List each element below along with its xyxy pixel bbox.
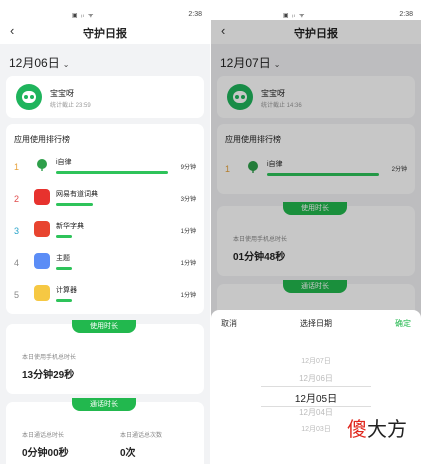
call-count-label: 本日通话总次数 — [120, 433, 163, 439]
app-icon — [34, 157, 50, 173]
app-time: 1分钟 — [180, 229, 196, 235]
status-icons: ▣ ᵢₗ ᯤ — [283, 13, 306, 19]
calls-card: 通话时长 本日通话总时长 0分钟00秒 本日通话总次数 0次 — [6, 398, 204, 464]
app-time: 1分钟 — [180, 261, 196, 267]
usage-value: 13分钟29秒 — [22, 370, 75, 381]
picker-option[interactable]: 12月05日 — [211, 390, 421, 405]
status-bar: ▣ ᵢₗ ᯤ 2:38 — [211, 0, 421, 20]
app-name: 主题 — [56, 255, 70, 262]
ranking-title: 应用使用排行榜 — [14, 135, 70, 144]
left-screen: ▣ ᵢₗ ᯤ 2:38 ‹ 守护日报 12月06日 ⌄ 宝宝呀 统计截止 23:5… — [0, 0, 210, 464]
status-icons: ▣ ᵢₗ ᯤ — [72, 13, 95, 19]
picker-title: 选择日期 — [300, 319, 332, 328]
avatar — [16, 84, 42, 110]
app-icon — [34, 285, 50, 301]
rank-number: 2 — [14, 194, 20, 204]
page-title: 守护日报 — [83, 28, 127, 40]
call-duration-label: 本日通话总时长 — [22, 433, 65, 439]
list-item[interactable]: 3 新华字典 1分钟 — [6, 218, 204, 248]
app-icon — [34, 253, 50, 269]
app-name: 计算器 — [56, 287, 77, 294]
right-screen: ▣ ᵢₗ ᯤ 2:38 ‹ 守护日报 12月07日 ⌄ 宝宝呀 统计截止 14:3… — [211, 0, 421, 464]
picker-option[interactable]: 12月07日 — [211, 356, 421, 366]
watermark: 傻大方 — [347, 419, 407, 441]
list-item[interactable]: 2 网易有道词典 3分钟 — [6, 186, 204, 216]
list-item[interactable]: 1 i自律 9分钟 — [6, 154, 204, 184]
calls-pill: 通话时长 — [72, 398, 136, 411]
user-card: 宝宝呀 统计截止 23:59 — [6, 76, 204, 118]
date-label[interactable]: 12月06日 ⌄ — [9, 54, 69, 71]
picker-option[interactable]: 12月06日 — [211, 373, 421, 384]
status-bar: ▣ ᵢₗ ᯤ 2:38 — [0, 0, 210, 20]
usage-bar — [56, 267, 168, 270]
header: ‹ 守护日报 — [0, 20, 210, 44]
app-name: 新华字典 — [56, 223, 84, 230]
usage-label: 本日使用手机总时长 — [22, 355, 77, 361]
app-name: 网易有道词典 — [56, 191, 98, 198]
status-time: 2:38 — [399, 11, 413, 18]
usage-bar — [56, 235, 168, 238]
list-item[interactable]: 5 计算器 1分钟 — [6, 282, 204, 312]
confirm-button[interactable]: 确定 — [395, 318, 411, 329]
usage-card: 使用时长 本日使用手机总时长 13分钟29秒 — [6, 320, 204, 394]
usage-bar — [56, 203, 168, 206]
call-duration-value: 0分钟00秒 — [22, 448, 69, 459]
rank-number: 5 — [14, 290, 20, 300]
ranking-card: 应用使用排行榜 1 i自律 9分钟 2 网易有道词典 3分钟 3 新华字典 1分钟 4 主题 1分钟 5… — [6, 124, 204, 314]
rank-number: 1 — [14, 162, 20, 172]
app-name: i自律 — [56, 159, 72, 166]
call-count-value: 0次 — [120, 448, 136, 459]
app-time: 1分钟 — [180, 293, 196, 299]
usage-bar — [56, 171, 168, 174]
user-name: 宝宝呀 — [50, 89, 74, 98]
usage-pill: 使用时长 — [72, 320, 136, 333]
app-time: 3分钟 — [180, 197, 196, 203]
selection-line-bottom — [261, 406, 371, 407]
chevron-down-icon: ⌄ — [62, 60, 70, 69]
rank-number: 3 — [14, 226, 20, 236]
stat-cutoff: 统计截止 23:59 — [50, 103, 91, 109]
app-time: 9分钟 — [180, 165, 196, 171]
app-icon — [34, 221, 50, 237]
list-item[interactable]: 4 主题 1分钟 — [6, 250, 204, 280]
status-time: 2:38 — [188, 11, 202, 18]
app-icon — [34, 189, 50, 205]
usage-bar — [56, 299, 168, 302]
rank-number: 4 — [14, 258, 20, 268]
date-selector[interactable]: 12月06日 ⌄ — [0, 44, 210, 76]
selection-line-top — [261, 386, 371, 387]
